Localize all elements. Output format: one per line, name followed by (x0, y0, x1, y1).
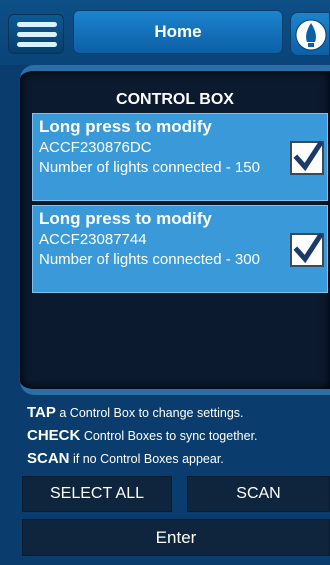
instruction-text: a Control Box to change settings. (55, 406, 244, 420)
control-box-card[interactable]: Long press to modify ACCF230876DC Number… (32, 113, 328, 201)
card-title: Long press to modify (39, 209, 212, 228)
card-title: Long press to modify (39, 117, 212, 136)
card-id: ACCF23087744 (39, 231, 147, 248)
instruction-check: CHECK Control Boxes to sync together. (27, 427, 258, 444)
control-box-panel: CONTROL BOX Long press to modify ACCF230… (20, 65, 330, 395)
select-all-label: SELECT ALL (50, 485, 144, 502)
home-title-button[interactable]: Home (73, 10, 283, 54)
page-title: Home (154, 22, 202, 41)
card-light-count: Number of lights connected - 300 (39, 251, 260, 268)
control-box-card[interactable]: Long press to modify ACCF23087744 Number… (32, 205, 328, 293)
sync-checkbox[interactable] (290, 141, 324, 175)
instruction-tap: TAP a Control Box to change settings. (27, 404, 244, 421)
light-bulb-icon (295, 19, 327, 51)
scan-button[interactable]: SCAN (187, 476, 330, 512)
hamburger-menu-icon[interactable] (8, 14, 64, 54)
enter-label: Enter (155, 527, 197, 547)
instruction-text: if no Control Boxes appear. (69, 452, 224, 466)
instruction-keyword: SCAN (27, 450, 70, 467)
select-all-button[interactable]: SELECT ALL (22, 476, 172, 512)
instruction-text: Control Boxes to sync together. (80, 429, 258, 443)
instruction-keyword: TAP (27, 404, 56, 421)
light-bulb-button[interactable] (290, 12, 330, 56)
card-id: ACCF230876DC (39, 139, 152, 156)
instruction-keyword: CHECK (27, 427, 81, 444)
enter-button[interactable]: Enter (22, 519, 330, 556)
top-bar: Home (0, 0, 330, 65)
scan-label: SCAN (236, 485, 281, 502)
checkmark-icon (293, 233, 323, 264)
sync-checkbox[interactable] (290, 233, 324, 267)
checkmark-icon (293, 141, 323, 172)
panel-title: CONTROL BOX (116, 91, 234, 108)
card-light-count: Number of lights connected - 150 (39, 159, 260, 176)
instruction-scan: SCAN if no Control Boxes appear. (27, 450, 224, 467)
